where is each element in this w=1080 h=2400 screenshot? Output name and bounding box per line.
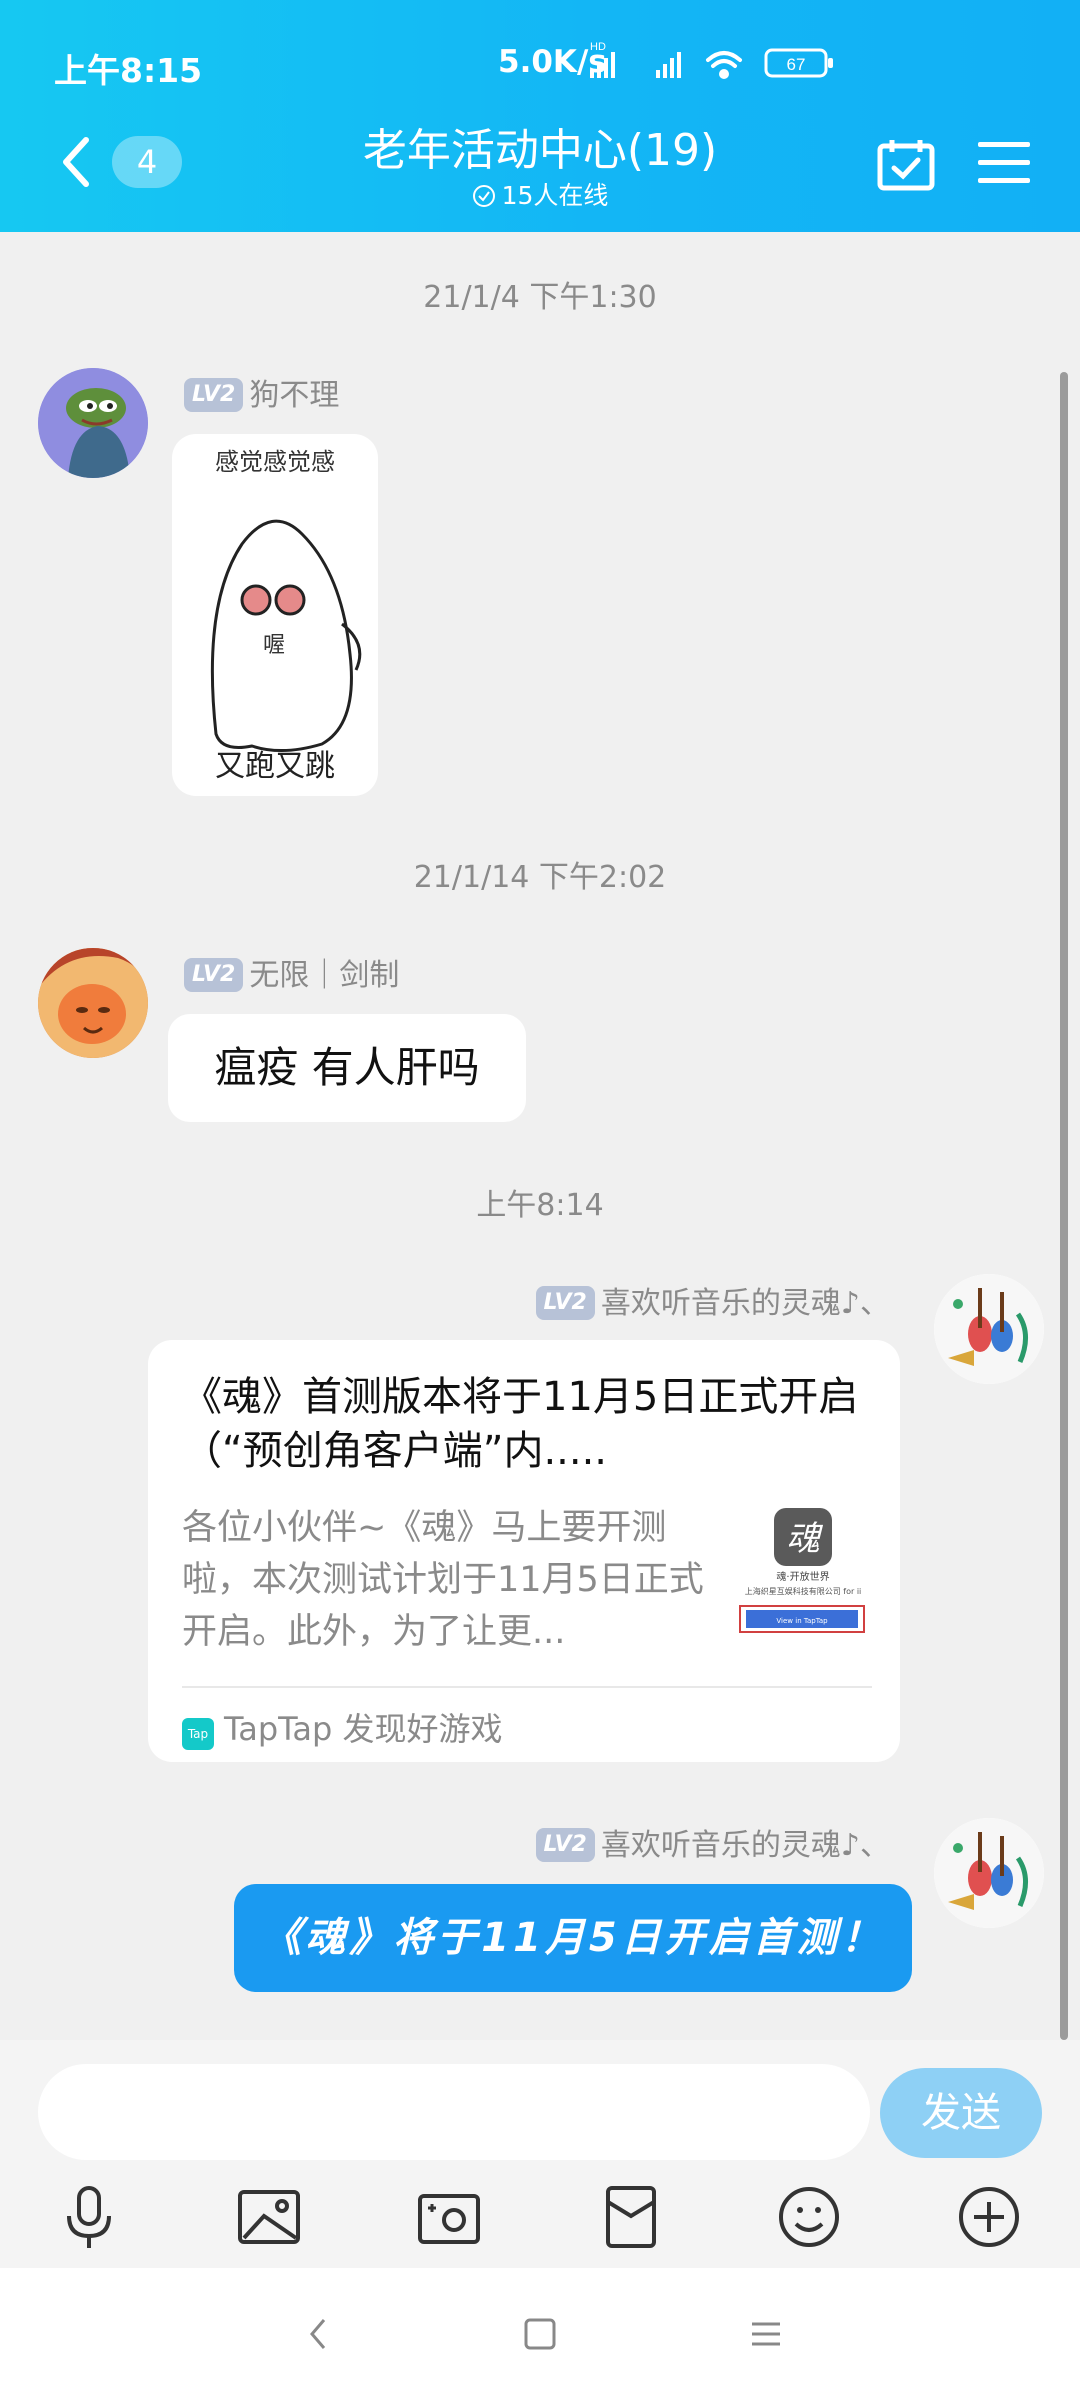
sticker-mid-text: 喔 xyxy=(263,633,285,658)
time-separator: 上午8:14 xyxy=(476,1188,604,1223)
level-badge: LV2 xyxy=(535,1828,595,1862)
card-description: 各位小伙伴~《魂》马上要开测啦，本次测试计划于11月5日正式开启。此外，为了让更… xyxy=(182,1508,704,1652)
message-input[interactable] xyxy=(38,2064,870,2160)
card-source: Tap TapTap 发现好游戏 xyxy=(182,1704,503,1750)
nav-back-icon[interactable] xyxy=(292,2308,344,2360)
card-title: 《魂》首测版本将于11月5日正式开启（“预创角客户端”内..... xyxy=(182,1374,859,1474)
system-nav-bar xyxy=(0,2268,1080,2400)
nav-menu-icon[interactable] xyxy=(740,2308,792,2360)
cartoon-avatar-icon xyxy=(38,948,148,1058)
sticker-top-text: 感觉感觉感 xyxy=(215,448,335,476)
status-icons: HD 67 xyxy=(590,41,833,79)
svg-text:HD: HD xyxy=(590,41,606,53)
card-thumbnail: 魂 魂·开放世界 上海织星互娱科技有限公司 for ii View in Tap… xyxy=(739,1508,865,1633)
chat-header: 上午8:15 5.0K/s HD 67 4 老年活动中心(19) 15人在线 xyxy=(0,0,1080,232)
battery-icon: 67 xyxy=(764,48,833,78)
taptap-logo-icon: Tap xyxy=(182,1718,214,1750)
scrollbar[interactable] xyxy=(1060,372,1068,2040)
sender-name-row: LV2 狗不理 xyxy=(184,370,339,414)
signal-icon xyxy=(656,52,681,78)
thumbnail-company: 上海织星互娱科技有限公司 for ii xyxy=(745,1586,862,1596)
level-badge: LV2 xyxy=(184,378,244,412)
red-packet-icon[interactable] xyxy=(596,2182,666,2252)
avatar[interactable] xyxy=(934,1274,1044,1384)
wifi-icon xyxy=(706,51,742,79)
avatar[interactable] xyxy=(38,368,148,478)
nav-home-icon[interactable] xyxy=(514,2308,566,2360)
link-card[interactable]: 《魂》首测版本将于11月5日正式开启（“预创角客户端”内..... 各位小伙伴~… xyxy=(148,1340,900,1762)
message-bubble[interactable]: 《魂》将于11月5日开启首测！ xyxy=(234,1884,912,1992)
avatar[interactable] xyxy=(934,1818,1044,1928)
avatar[interactable] xyxy=(38,948,148,1058)
sender-name-row: LV2 喜欢听音乐的灵魂♪、 xyxy=(535,1278,890,1322)
online-check-icon xyxy=(472,185,495,207)
camera-icon[interactable] xyxy=(414,2182,484,2252)
calendar-check-icon[interactable] xyxy=(876,136,936,192)
status-time: 上午8:15 xyxy=(54,51,203,90)
image-icon[interactable] xyxy=(234,2182,304,2252)
sender-name[interactable]: 狗不理 xyxy=(249,378,339,413)
emoji-icon[interactable] xyxy=(774,2182,844,2252)
sender-name-row: LV2 喜欢听音乐的灵魂♪、 xyxy=(535,1820,890,1864)
online-count: 15人在线 xyxy=(501,181,609,210)
sender-name[interactable]: 喜欢听音乐的灵魂♪、 xyxy=(601,1286,890,1321)
thumbnail-caption: 魂·开放世界 xyxy=(776,1570,829,1583)
level-badge: LV2 xyxy=(535,1286,595,1320)
sticker-message[interactable]: 感觉感觉感 喔 又跑又跳 xyxy=(172,434,378,796)
level-badge: LV2 xyxy=(184,958,244,992)
thumbnail-logo-text: 魂 xyxy=(786,1519,824,1559)
card-source-label: TapTap 发现好游戏 xyxy=(224,1710,503,1748)
time-separator: 21/1/14 下午2:02 xyxy=(413,860,667,895)
sender-name[interactable]: 喜欢听音乐的灵魂♪、 xyxy=(601,1828,890,1863)
microphone-icon[interactable] xyxy=(54,2182,124,2252)
sender-name[interactable]: 无限｜剑制 xyxy=(249,958,399,993)
thumbnail-button-text: View in TapTap xyxy=(776,1617,828,1625)
battery-level: 67 xyxy=(787,55,806,74)
frog-avatar-icon xyxy=(38,368,148,478)
sticker-bottom-text: 又跑又跳 xyxy=(215,749,335,784)
card-divider xyxy=(182,1686,872,1688)
send-button[interactable]: 发送 xyxy=(880,2068,1042,2158)
message-bubble[interactable]: 瘟疫 有人肝吗 xyxy=(168,1014,526,1122)
music-instruments-avatar-icon xyxy=(934,1274,1044,1384)
signal-hd-icon: HD xyxy=(590,41,615,78)
sender-name-row: LV2 无限｜剑制 xyxy=(184,950,399,994)
hamburger-menu-icon[interactable] xyxy=(976,140,1032,186)
time-separator: 21/1/4 下午1:30 xyxy=(423,280,657,315)
input-bar: 发送 xyxy=(0,2040,1080,2268)
ghost-sticker-icon: 感觉感觉感 喔 又跑又跳 xyxy=(210,448,362,784)
plus-icon[interactable] xyxy=(954,2182,1024,2252)
music-instruments-avatar-icon xyxy=(934,1818,1044,1928)
